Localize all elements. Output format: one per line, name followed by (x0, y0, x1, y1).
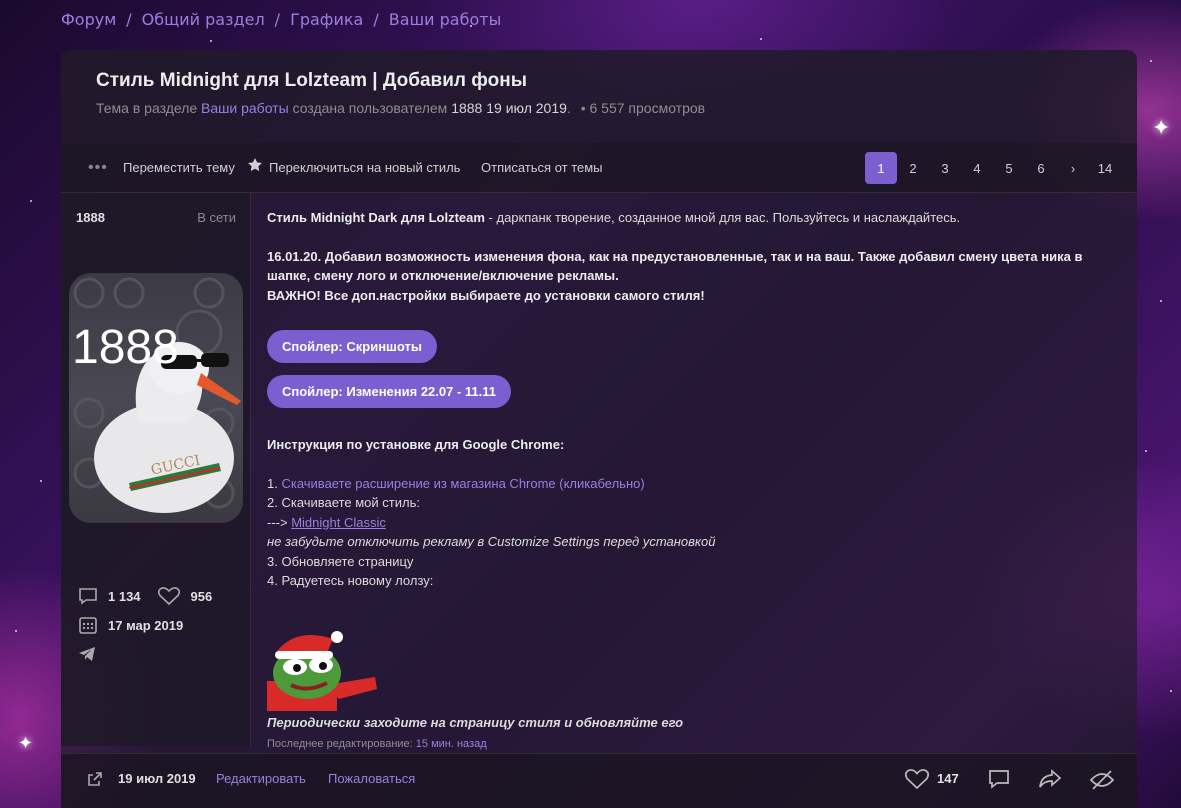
switch-style-button[interactable]: Переключиться на новый стиль (269, 160, 460, 175)
chrome-store-link[interactable]: Скачиваете расширение из магазина Chrome… (281, 476, 644, 491)
pepe-sticker-image (267, 630, 377, 711)
last-edit: Последнее редактирование: 15 мин. назад (267, 738, 487, 750)
thread-meta: Тема в разделе Ваши работы создана польз… (96, 100, 706, 116)
avatar[interactable]: GUCCI 1888 (69, 273, 243, 523)
message-count: 1 134 (108, 588, 141, 604)
hide-icon[interactable] (1089, 768, 1115, 792)
post-like-count: 147 (937, 771, 959, 786)
telegram-row (78, 646, 106, 662)
sparkle-icon: ✦ (1152, 116, 1171, 141)
footer-note: Периодически заходите на страницу стиля … (267, 714, 684, 730)
breadcrumb: Форум / Общий раздел / Графика / Ваши ра… (61, 8, 501, 30)
breadcrumb-separator: / (373, 9, 379, 29)
breadcrumb-graphics[interactable]: Графика (290, 10, 363, 29)
edit-time-link[interactable]: 15 мин. назад (416, 738, 487, 750)
avatar-image: GUCCI 1888 (72, 277, 241, 513)
page-6[interactable]: 6 (1025, 152, 1057, 184)
registration-date: 17 мар 2019 (108, 617, 184, 633)
page-1[interactable]: 1 (865, 152, 897, 184)
message-icon (79, 588, 97, 605)
page-14[interactable]: 14 (1089, 152, 1121, 184)
post-update: 16.01.20. Добавил возможность изменения … (267, 248, 1083, 303)
meta-prefix: Тема в разделе (96, 100, 198, 116)
midnight-classic-link[interactable]: Midnight Classic (291, 515, 386, 530)
breadcrumb-your-works[interactable]: Ваши работы (389, 10, 501, 29)
like-heart-icon[interactable] (904, 768, 930, 790)
more-options-icon[interactable]: ••• (88, 159, 108, 176)
thread-header: Стиль Midnight для Lolzteam | Добавил фо… (61, 50, 1137, 143)
telegram-icon[interactable] (78, 646, 96, 662)
sparkle-icon: ✦ (18, 733, 34, 754)
thread-panel: Стиль Midnight для Lolzteam | Добавил фо… (61, 50, 1137, 808)
user-stats: 1 134 956 (78, 586, 212, 606)
pagination: 1 2 3 4 5 6 › 14 (865, 152, 1121, 184)
post-content: Стиль Midnight Dark для Lolzteam - даркп… (267, 208, 1127, 755)
user-sidebar: 1888 В сети GUCCI 1888 1 134 956 17 мар … (61, 193, 251, 746)
thread-toolbar: ••• Переместить тему Переключиться на но… (61, 143, 1137, 193)
meta-views: • 6 557 просмотров (580, 100, 706, 116)
post-footer: 19 июл 2019 Редактировать Пожаловаться 1… (61, 753, 1137, 808)
post-intro: Стиль Midnight Dark для Lolzteam - даркп… (267, 210, 961, 225)
spoiler-screenshots-button[interactable]: Спойлер: Скриншоты (267, 330, 437, 363)
breadcrumb-forum[interactable]: Форум (61, 10, 116, 29)
instructions-title: Инструкция по установке для Google Chrom… (267, 437, 565, 452)
meta-author[interactable]: 1888 (451, 100, 482, 116)
registration-row: 17 мар 2019 (78, 615, 183, 635)
breadcrumb-general[interactable]: Общий раздел (142, 10, 265, 29)
post-date: 19 июл 2019 (118, 771, 196, 786)
move-thread-button[interactable]: Переместить тему (123, 160, 235, 175)
edit-button[interactable]: Редактировать (216, 771, 306, 786)
share-icon[interactable] (1038, 769, 1062, 789)
heart-icon (157, 587, 180, 606)
page-3[interactable]: 3 (929, 152, 961, 184)
spoiler-changes-button[interactable]: Спойлер: Изменения 22.07 - 11.11 (267, 375, 512, 408)
star-icon (248, 158, 262, 172)
unsubscribe-button[interactable]: Отписаться от темы (481, 160, 603, 175)
breadcrumb-separator: / (274, 9, 281, 29)
online-status: В сети (197, 210, 236, 225)
meta-created: создана пользователем (292, 100, 448, 116)
instructions-list: 1. Скачиваете расширение из магазина Chr… (267, 475, 716, 589)
calendar-icon (79, 617, 97, 634)
breadcrumb-separator: / (126, 9, 132, 29)
meta-date: 19 июл 2019 (486, 100, 567, 116)
page-2[interactable]: 2 (897, 152, 929, 184)
page-4[interactable]: 4 (961, 152, 993, 184)
next-page-icon[interactable]: › (1057, 152, 1089, 184)
page-title: Стиль Midnight для Lolzteam | Добавил фо… (96, 70, 527, 91)
username[interactable]: 1888 (76, 210, 105, 225)
page-5[interactable]: 5 (993, 152, 1025, 184)
meta-section-link[interactable]: Ваши работы (201, 100, 289, 116)
report-button[interactable]: Пожаловаться (328, 771, 415, 786)
avatar-text: 1888 (72, 321, 179, 374)
reply-icon[interactable] (988, 769, 1010, 789)
like-count: 956 (190, 588, 213, 604)
share-link-icon[interactable] (87, 771, 103, 787)
